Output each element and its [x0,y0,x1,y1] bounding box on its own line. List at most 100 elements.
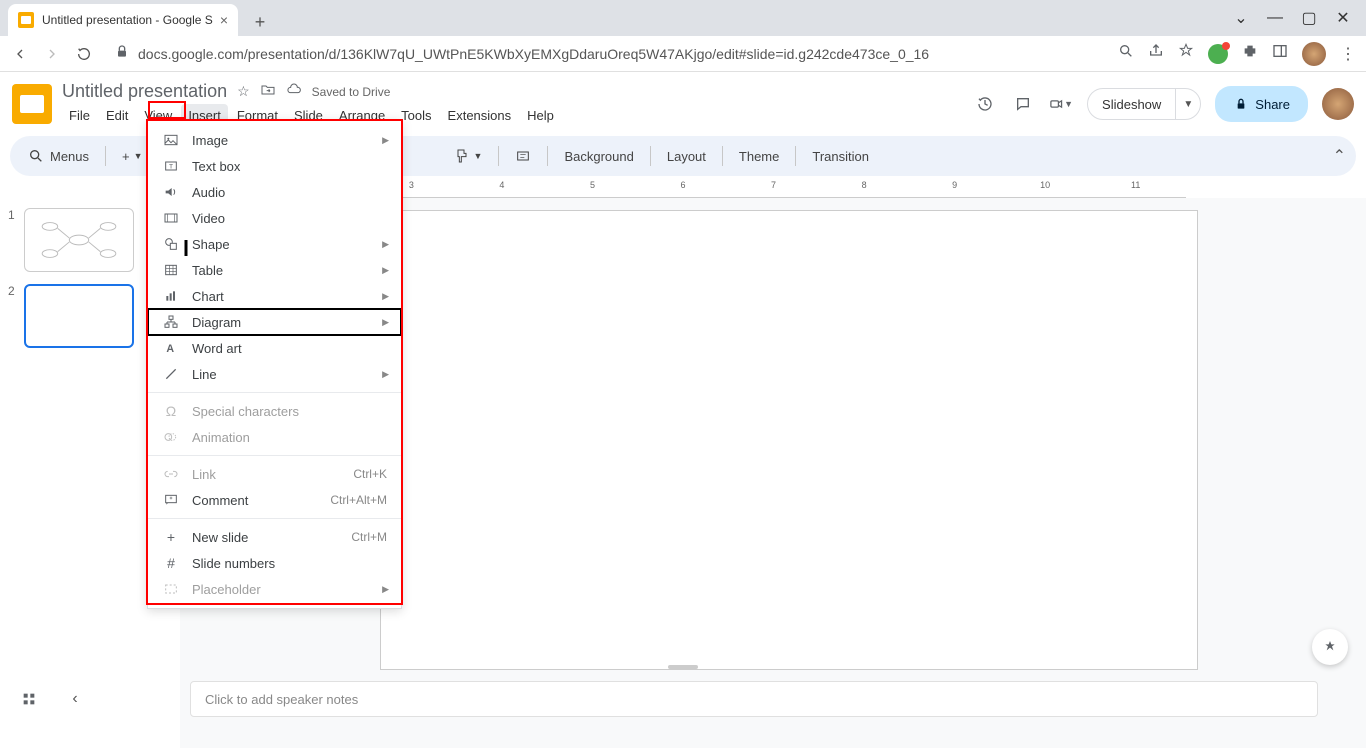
insert-comment-label: Comment [192,493,248,508]
maximize-icon[interactable]: ▢ [1302,11,1316,25]
link-icon [162,466,180,482]
transition-button[interactable]: Transition [804,142,877,170]
close-window-icon[interactable]: ✕ [1336,11,1350,25]
forward-button[interactable] [42,44,62,64]
theme-button[interactable]: Theme [731,142,787,170]
plus-icon: + [162,529,180,545]
insert-wordart[interactable]: A Word art [148,335,401,361]
ruler-tick: 6 [680,180,685,190]
insert-new-slide[interactable]: + New slide Ctrl+M [148,524,401,550]
collapse-panel-icon[interactable]: ‹ [60,684,90,714]
submenu-arrow-icon: ▶ [382,239,389,250]
reload-button[interactable] [74,44,94,64]
history-icon[interactable] [973,92,997,116]
tab-title: Untitled presentation - Google S [42,13,213,27]
extensions-icon[interactable] [1242,43,1258,64]
insert-link: Link Ctrl+K [148,461,401,487]
bottom-bar: ‹ Click to add speaker notes [0,673,1366,725]
collapse-toolbar-icon[interactable]: ⌃ [1333,146,1346,166]
ruler-tick: 7 [771,180,776,190]
search-menus-button[interactable]: Menus [20,142,97,170]
kebab-menu-icon[interactable]: ⋮ [1340,44,1356,64]
insert-diagram[interactable]: Diagram ▶ [148,309,401,335]
browser-tab[interactable]: Untitled presentation - Google S × [8,4,238,36]
zoom-icon[interactable] [1118,43,1134,64]
menus-label: Menus [50,149,89,164]
submenu-arrow-icon: ▶ [382,369,389,380]
svg-text:A: A [166,343,174,355]
profile-avatar[interactable] [1302,42,1326,66]
insert-line-label: Line [192,367,217,382]
insert-image[interactable]: Image ▶ [148,127,401,153]
speaker-notes-field[interactable]: Click to add speaker notes [190,681,1318,717]
lock-icon [114,44,130,63]
background-button[interactable]: Background [556,142,641,170]
insert-table-label: Table [192,263,223,278]
meet-icon[interactable]: ▼ [1049,92,1073,116]
share-button[interactable]: Share [1215,86,1308,122]
slideshow-label[interactable]: Slideshow [1088,89,1176,119]
slideshow-button[interactable]: Slideshow ▼ [1087,88,1201,120]
submenu-arrow-icon: ▶ [382,265,389,276]
cloud-saved-icon[interactable] [286,82,302,101]
grid-view-icon[interactable] [14,684,44,714]
new-tab-button[interactable]: + [246,8,274,36]
doc-title[interactable]: Untitled presentation [62,81,227,102]
close-tab-icon[interactable]: × [220,12,228,28]
insert-table[interactable]: Table ▶ [148,257,401,283]
menu-help[interactable]: Help [520,104,561,127]
slide-number: 2 [8,284,18,348]
menu-edit[interactable]: Edit [99,104,135,127]
url-field[interactable]: docs.google.com/presentation/d/136KlW7qU… [106,44,1094,63]
insert-video[interactable]: Video [148,205,401,231]
menu-file[interactable]: File [62,104,97,127]
insert-chart[interactable]: Chart ▶ [148,283,401,309]
slide-thumb-2[interactable] [24,284,134,348]
chart-icon [162,288,180,304]
insert-line[interactable]: Line ▶ [148,361,401,387]
insert-animation: Animation [148,424,401,450]
slides-logo[interactable] [12,84,52,124]
omega-icon: Ω [162,403,180,419]
submenu-arrow-icon: ▶ [382,317,389,328]
new-slide-button[interactable]: + ▼ [114,142,151,170]
bookmark-icon[interactable] [1178,43,1194,64]
insert-shape[interactable]: Shape ▶ [148,231,401,257]
slide-canvas[interactable] [380,210,1198,670]
textbox-icon: T [162,158,180,174]
notes-drag-handle[interactable] [668,665,698,669]
back-button[interactable] [10,44,30,64]
star-icon[interactable]: ☆ [237,83,250,100]
explore-button[interactable] [1312,629,1348,665]
diagram-icon [162,314,180,330]
insert-chart-label: Chart [192,289,224,304]
menu-extensions[interactable]: Extensions [441,104,519,127]
account-avatar[interactable] [1322,88,1354,120]
paint-format-button[interactable]: ▼ [446,142,491,170]
insert-textbox-label: Text box [192,159,240,174]
ruler-tick: 5 [590,180,595,190]
insert-comment[interactable]: Comment Ctrl+Alt+M [148,487,401,513]
insert-special-chars: Ω Special characters [148,398,401,424]
comments-icon[interactable] [1011,92,1035,116]
slide-thumb-1[interactable] [24,208,134,272]
insert-audio-label: Audio [192,185,225,200]
image-icon [162,132,180,148]
line-icon [162,366,180,382]
submenu-arrow-icon: ▶ [382,291,389,302]
insert-placeholder: Placeholder ▶ [148,576,401,602]
layout-button[interactable]: Layout [659,142,714,170]
move-icon[interactable] [260,82,276,101]
extension-green-icon[interactable] [1208,44,1228,64]
insert-audio[interactable]: Audio [148,179,401,205]
chevron-down-icon[interactable]: ⌄ [1234,11,1248,25]
minimize-icon[interactable]: — [1268,11,1282,25]
insert-textbox-button[interactable] [507,142,539,170]
slideshow-dropdown[interactable]: ▼ [1176,99,1200,110]
sidepanel-icon[interactable] [1272,43,1288,64]
svg-text:T: T [169,164,173,171]
share-page-icon[interactable] [1148,43,1164,64]
insert-textbox[interactable]: T Text box [148,153,401,179]
insert-slide-numbers[interactable]: # Slide numbers [148,550,401,576]
shape-icon [162,236,180,252]
